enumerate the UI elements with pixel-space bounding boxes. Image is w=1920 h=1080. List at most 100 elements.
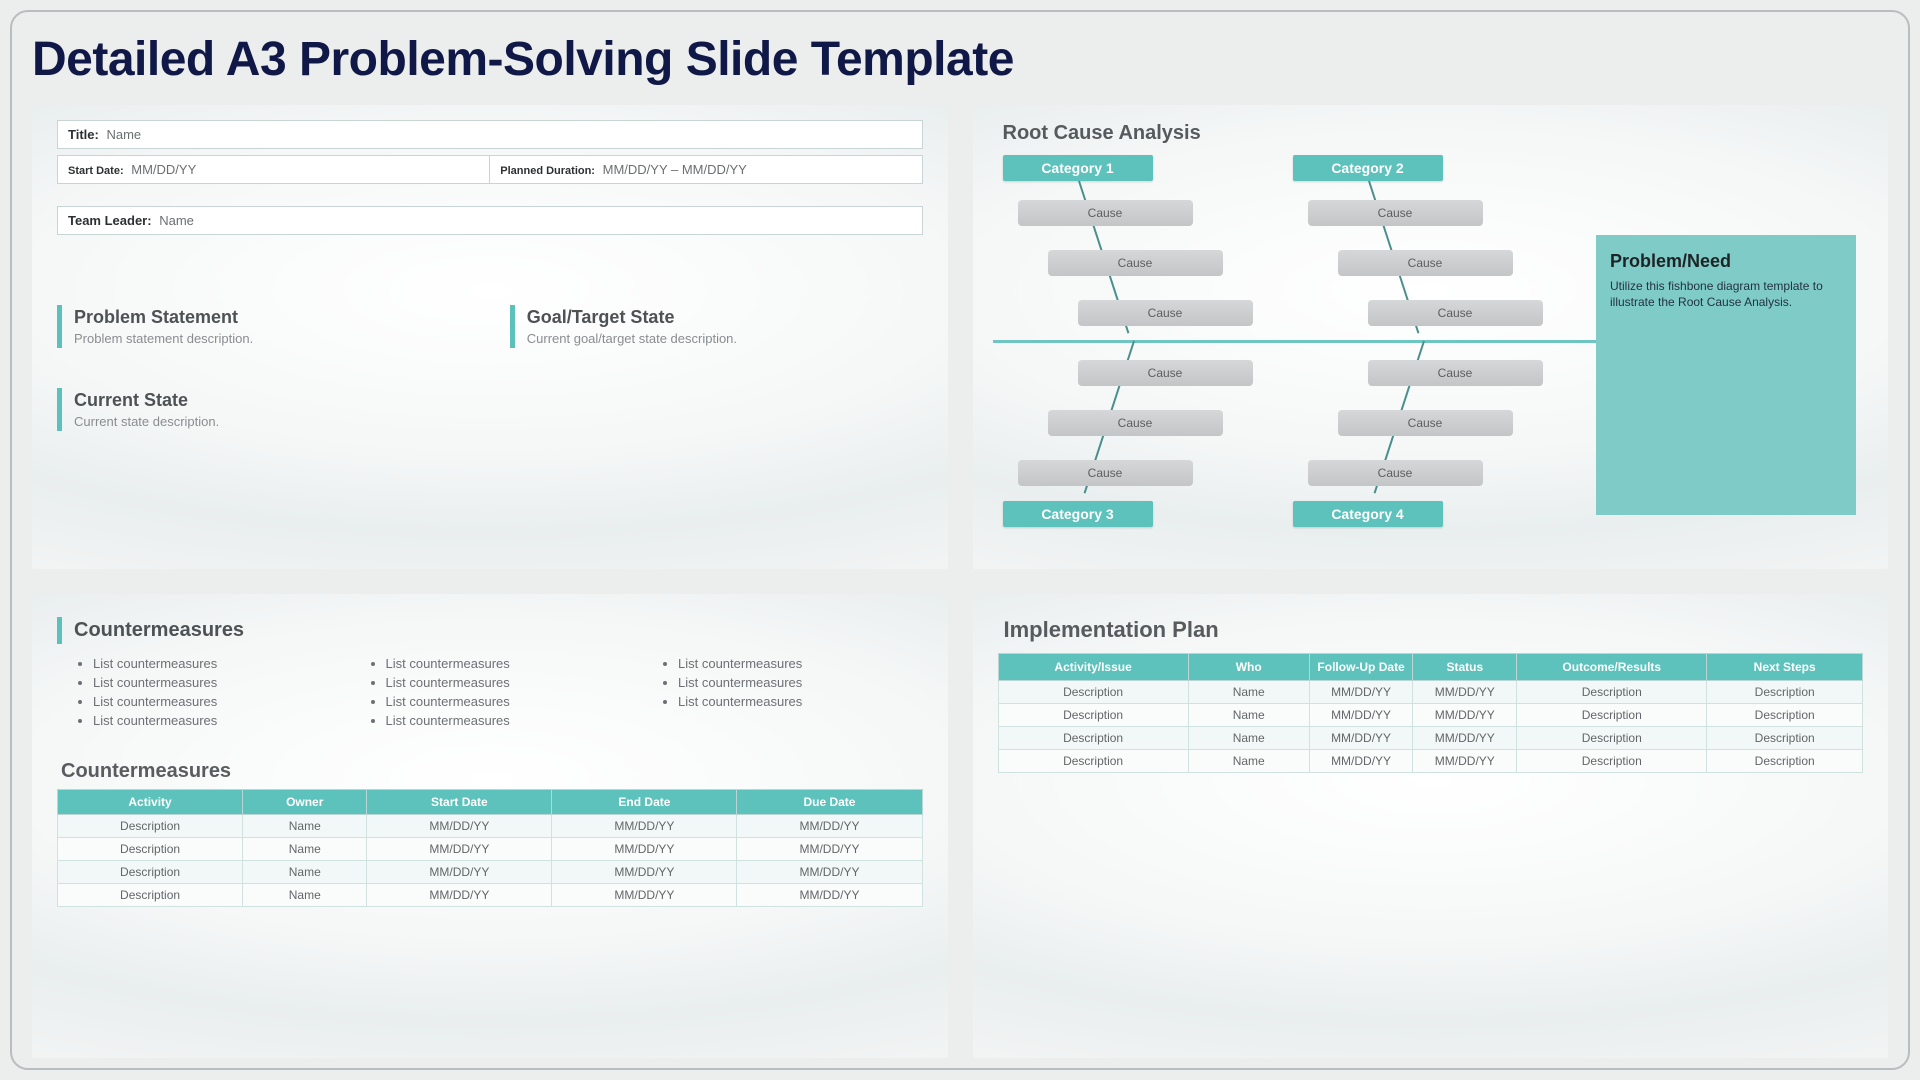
- problem-need-body: Utilize this fishbone diagram template t…: [1610, 278, 1842, 310]
- panel-countermeasures: Countermeasures List countermeasures Lis…: [32, 594, 948, 1058]
- cause-box: Cause: [1018, 460, 1193, 486]
- problem-need-heading: Problem/Need: [1610, 251, 1842, 272]
- cm-item: List countermeasures: [93, 654, 338, 673]
- impl-th-who: Who: [1188, 654, 1309, 681]
- cause-box: Cause: [1308, 460, 1483, 486]
- cm-item: List countermeasures: [93, 673, 338, 692]
- impl-cell: Name: [1188, 750, 1309, 773]
- problem-need-card: Problem/Need Utilize this fishbone diagr…: [1596, 235, 1856, 515]
- impl-th-follow: Follow-Up Date: [1309, 654, 1413, 681]
- cm-cell: MM/DD/YY: [552, 861, 737, 884]
- impl-th-next: Next Steps: [1707, 654, 1863, 681]
- countermeasures-table-heading: Countermeasures: [61, 760, 923, 783]
- cm-cell: MM/DD/YY: [552, 884, 737, 907]
- impl-th-outcome: Outcome/Results: [1517, 654, 1707, 681]
- goal-state-section: Goal/Target State Current goal/target st…: [510, 305, 923, 348]
- goal-state-heading: Goal/Target State: [527, 307, 923, 328]
- cause-box: Cause: [1018, 200, 1193, 226]
- table-row: DescriptionNameMM/DD/YYMM/DD/YYDescripti…: [998, 704, 1863, 727]
- cause-box: Cause: [1078, 360, 1253, 386]
- current-state-heading: Current State: [74, 390, 446, 411]
- impl-cell: Description: [1707, 727, 1863, 750]
- cm-cell: Description: [58, 884, 243, 907]
- problem-statement-section: Problem Statement Problem statement desc…: [57, 305, 470, 348]
- category-4-tag: Category 4: [1293, 501, 1443, 527]
- cm-cell: MM/DD/YY: [737, 815, 922, 838]
- start-date-field[interactable]: Start Date: MM/DD/YY: [57, 155, 489, 184]
- impl-cell: Description: [1707, 681, 1863, 704]
- cm-th-activity: Activity: [58, 790, 243, 815]
- table-row: DescriptionNameMM/DD/YYMM/DD/YYMM/DD/YY: [58, 838, 923, 861]
- cm-th-owner: Owner: [243, 790, 367, 815]
- cm-th-start: Start Date: [367, 790, 552, 815]
- cm-cell: MM/DD/YY: [737, 861, 922, 884]
- panel-header-and-state: Title: Name Start Date: MM/DD/YY Planned…: [32, 105, 948, 569]
- cm-cell: Description: [58, 861, 243, 884]
- duration-label: Planned Duration:: [500, 165, 595, 177]
- cause-box: Cause: [1308, 200, 1483, 226]
- countermeasures-table: Activity Owner Start Date End Date Due D…: [57, 789, 923, 907]
- rca-heading: Root Cause Analysis: [1003, 122, 1869, 145]
- duration-value: MM/DD/YY – MM/DD/YY: [603, 162, 747, 177]
- impl-cell: Description: [1517, 681, 1707, 704]
- impl-cell: Description: [998, 681, 1188, 704]
- impl-cell: Description: [998, 750, 1188, 773]
- impl-cell: Description: [1517, 727, 1707, 750]
- impl-cell: MM/DD/YY: [1309, 681, 1413, 704]
- page-title: Detailed A3 Problem-Solving Slide Templa…: [32, 32, 1888, 87]
- impl-cell: Name: [1188, 704, 1309, 727]
- impl-cell: MM/DD/YY: [1413, 681, 1517, 704]
- implementation-table: Activity/Issue Who Follow-Up Date Status…: [998, 653, 1864, 773]
- cm-list-2: List countermeasures List countermeasure…: [368, 654, 631, 730]
- cm-cell: Description: [58, 815, 243, 838]
- cm-cell: MM/DD/YY: [552, 815, 737, 838]
- impl-cell: MM/DD/YY: [1309, 750, 1413, 773]
- impl-cell: Description: [998, 727, 1188, 750]
- goal-state-body: Current goal/target state description.: [527, 331, 923, 346]
- cm-cell: MM/DD/YY: [367, 838, 552, 861]
- impl-cell: Description: [1517, 704, 1707, 727]
- cm-item: List countermeasures: [93, 692, 338, 711]
- cm-cell: Description: [58, 838, 243, 861]
- cm-cell: Name: [243, 838, 367, 861]
- impl-cell: Description: [1707, 704, 1863, 727]
- problem-statement-heading: Problem Statement: [74, 307, 470, 328]
- fishbone-diagram: Category 1 Category 2 Category 3 Categor…: [993, 155, 1869, 554]
- impl-cell: Name: [1188, 727, 1309, 750]
- countermeasures-lists: List countermeasures List countermeasure…: [75, 654, 923, 730]
- cause-box: Cause: [1048, 410, 1223, 436]
- cm-th-end: End Date: [552, 790, 737, 815]
- fishbone-spine: [993, 340, 1609, 343]
- cm-cell: MM/DD/YY: [367, 861, 552, 884]
- cm-cell: MM/DD/YY: [737, 884, 922, 907]
- cm-cell: MM/DD/YY: [552, 838, 737, 861]
- table-row: DescriptionNameMM/DD/YYMM/DD/YYDescripti…: [998, 681, 1863, 704]
- title-value: Name: [106, 127, 141, 142]
- implementation-heading: Implementation Plan: [1004, 617, 1864, 643]
- cm-cell: MM/DD/YY: [367, 884, 552, 907]
- cm-item: List countermeasures: [386, 692, 631, 711]
- panel-implementation: Implementation Plan Activity/Issue Who F…: [973, 594, 1889, 1058]
- impl-cell: MM/DD/YY: [1309, 704, 1413, 727]
- cause-box: Cause: [1338, 410, 1513, 436]
- impl-cell: MM/DD/YY: [1413, 727, 1517, 750]
- impl-cell: Description: [1517, 750, 1707, 773]
- panel-root-cause: Root Cause Analysis Category 1 Category …: [973, 105, 1889, 569]
- impl-cell: Name: [1188, 681, 1309, 704]
- table-row: DescriptionNameMM/DD/YYMM/DD/YYMM/DD/YY: [58, 861, 923, 884]
- impl-th-activity: Activity/Issue: [998, 654, 1188, 681]
- title-field[interactable]: Title: Name: [57, 120, 923, 149]
- impl-cell: Description: [998, 704, 1188, 727]
- impl-cell: Description: [1707, 750, 1863, 773]
- table-row: DescriptionNameMM/DD/YYMM/DD/YYMM/DD/YY: [58, 884, 923, 907]
- cm-item: List countermeasures: [93, 711, 338, 730]
- cm-item: List countermeasures: [678, 692, 923, 711]
- impl-th-status: Status: [1413, 654, 1517, 681]
- team-leader-field[interactable]: Team Leader: Name: [57, 206, 923, 235]
- cm-item: List countermeasures: [386, 654, 631, 673]
- title-label: Title:: [68, 127, 99, 142]
- impl-cell: MM/DD/YY: [1413, 750, 1517, 773]
- start-date-value: MM/DD/YY: [131, 162, 196, 177]
- duration-field[interactable]: Planned Duration: MM/DD/YY – MM/DD/YY: [489, 155, 922, 184]
- quad-grid: Title: Name Start Date: MM/DD/YY Planned…: [32, 105, 1888, 1058]
